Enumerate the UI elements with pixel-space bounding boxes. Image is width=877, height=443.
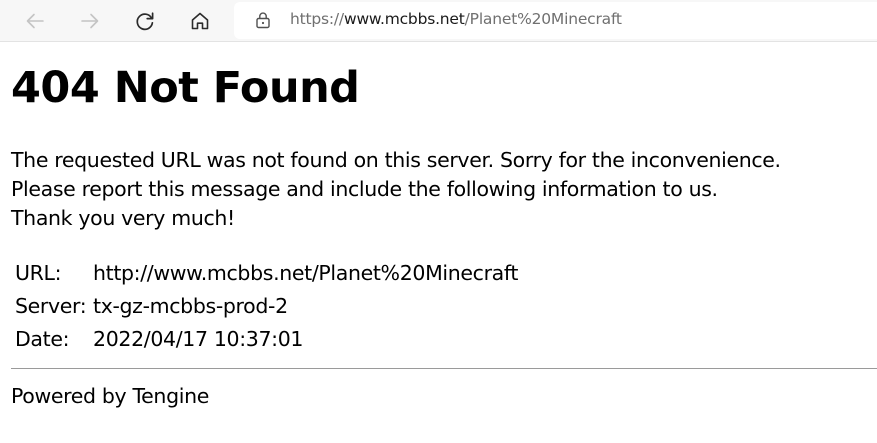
home-button[interactable] bbox=[185, 6, 215, 36]
info-row-server: Server: tx-gz-mcbbs-prod-2 bbox=[13, 289, 520, 322]
forward-button[interactable] bbox=[75, 6, 105, 36]
message-line: Thank you very much! bbox=[11, 206, 235, 230]
address-bar[interactable]: https://www.mcbbs.net/Planet%20Minecraft bbox=[234, 2, 877, 39]
back-button[interactable] bbox=[20, 6, 50, 36]
info-row-url: URL: http://www.mcbbs.net/Planet%20Minec… bbox=[13, 256, 520, 289]
browser-toolbar: https://www.mcbbs.net/Planet%20Minecraft bbox=[0, 0, 877, 42]
footer-text: Powered by Tengine bbox=[11, 384, 209, 408]
info-label: URL: bbox=[15, 260, 62, 285]
divider bbox=[11, 368, 877, 369]
refresh-button[interactable] bbox=[130, 6, 160, 36]
info-table: URL: http://www.mcbbs.net/Planet%20Minec… bbox=[13, 256, 520, 355]
url-scheme: https:// bbox=[290, 10, 344, 28]
refresh-icon bbox=[136, 12, 154, 31]
back-arrow-icon bbox=[26, 13, 44, 29]
info-row-date: Date: 2022/04/17 10:37:01 bbox=[13, 322, 520, 355]
home-icon bbox=[191, 12, 209, 30]
message-line: Please report this message and include t… bbox=[11, 177, 718, 201]
error-message: The requested URL was not found on this … bbox=[11, 146, 781, 233]
lock-icon[interactable] bbox=[254, 11, 272, 29]
page-title: 404 Not Found bbox=[11, 63, 360, 113]
url-host: www.mcbbs.net bbox=[343, 10, 465, 28]
info-label: Server: bbox=[15, 293, 87, 318]
url-path: /Planet%20Minecraft bbox=[464, 10, 622, 28]
forward-arrow-icon bbox=[81, 13, 99, 29]
info-label: Date: bbox=[15, 326, 70, 351]
url-text[interactable]: https://www.mcbbs.net/Planet%20Minecraft bbox=[290, 10, 622, 28]
info-value: http://www.mcbbs.net/Planet%20Minecraft bbox=[93, 260, 519, 285]
info-value: tx-gz-mcbbs-prod-2 bbox=[93, 293, 288, 318]
info-value: 2022/04/17 10:37:01 bbox=[93, 326, 304, 351]
message-line: The requested URL was not found on this … bbox=[11, 148, 781, 172]
